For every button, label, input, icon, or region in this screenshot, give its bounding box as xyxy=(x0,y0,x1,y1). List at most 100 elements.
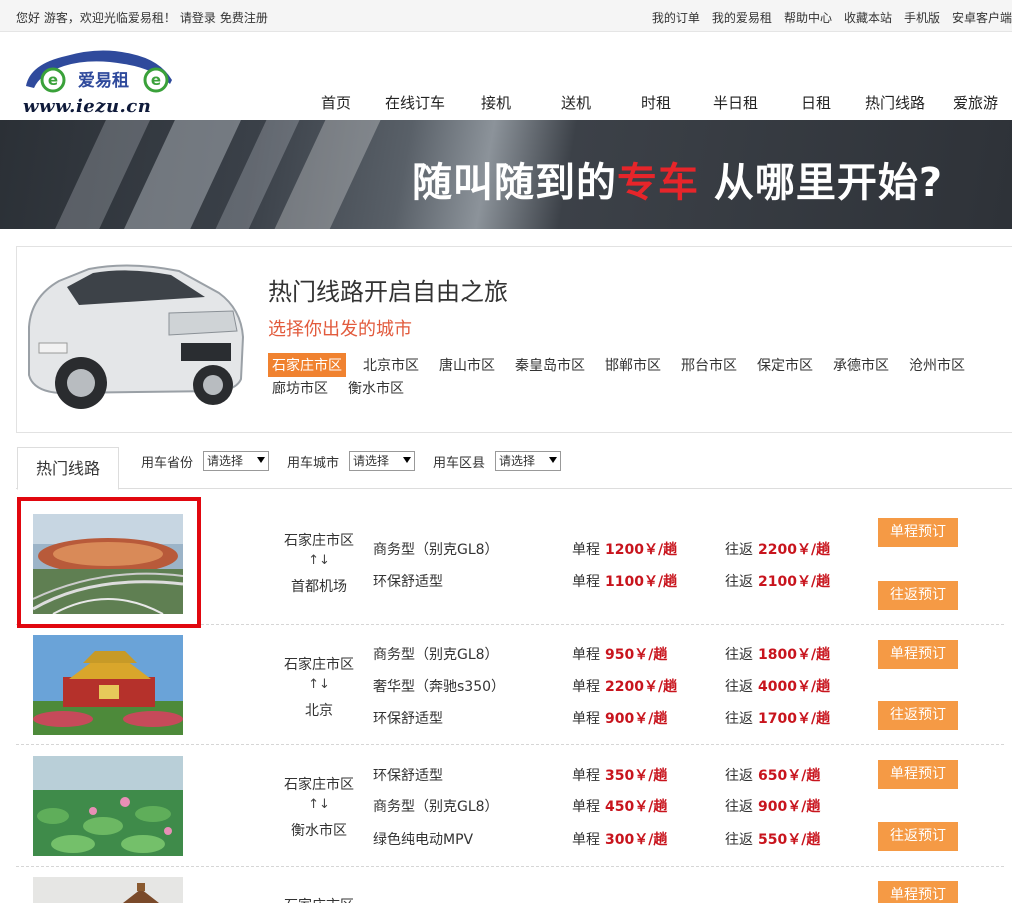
city-xingtai[interactable]: 邢台市区 xyxy=(677,353,741,377)
city-tangshan[interactable]: 唐山市区 xyxy=(435,353,499,377)
top-links: 我的订单 我的爱易租 帮助中心 收藏本站 手机版 安卓客户端 xyxy=(652,9,1012,26)
round-trip-price: 往返 900￥/趟 xyxy=(725,799,821,815)
login-link[interactable]: 请登录 xyxy=(180,11,216,25)
nav-popular-routes[interactable]: 热门线路 xyxy=(865,92,925,113)
one-way-price: 单程 1200￥/趟 xyxy=(572,542,678,558)
help-center-link[interactable]: 帮助中心 xyxy=(784,11,832,25)
route-endpoints: 石家庄市区 ↑↓ 北京 xyxy=(279,654,359,723)
android-client-link[interactable]: 安卓客户端 xyxy=(952,11,1012,25)
vehicle-type: 商务型（别克GL8） xyxy=(373,647,499,663)
route-thumbnail-airport[interactable] xyxy=(33,514,183,614)
swap-arrows-icon: ↑↓ xyxy=(308,677,330,692)
swap-arrows-icon: ↑↓ xyxy=(308,553,330,568)
route-row: 石家庄市区 ↑↓ 北京 商务型（别克GL8） 单程 950￥/趟 往返 1800￥/… xyxy=(16,625,1004,745)
nav-online-booking[interactable]: 在线订车 xyxy=(385,92,445,113)
city-handan[interactable]: 邯郸市区 xyxy=(601,353,665,377)
city-qinhuangdao[interactable]: 秦皇岛市区 xyxy=(511,353,589,377)
route-origin: 石家庄市区 xyxy=(279,895,359,903)
bookmark-link[interactable]: 收藏本站 xyxy=(844,11,892,25)
route-thumbnail-partial[interactable] xyxy=(33,877,183,903)
round-trip-book-button[interactable]: 往返预订 xyxy=(878,822,958,851)
mobile-link[interactable]: 手机版 xyxy=(904,11,940,25)
site-logo[interactable]: e e 爱易租 www.iezu.cn xyxy=(20,40,180,117)
city-langfang[interactable]: 廊坊市区 xyxy=(268,376,332,400)
one-way-book-button[interactable]: 单程预订 xyxy=(878,760,958,789)
round-trip-book-button[interactable]: 往返预订 xyxy=(878,581,958,610)
round-trip-price: 往返 650￥/趟 xyxy=(725,768,821,784)
city-label: 用车城市 xyxy=(287,456,340,471)
route-destination: 衡水市区 xyxy=(291,823,347,839)
route-origin: 石家庄市区 xyxy=(284,777,354,793)
one-way-book-button[interactable]: 单程预订 xyxy=(878,640,958,669)
panel-subtitle: 选择你出发的城市 xyxy=(268,319,412,340)
logo-url-text: www.iezu.cn xyxy=(23,96,152,117)
one-way-price: 单程 2200￥/趟 xyxy=(572,679,678,695)
dropdown-arrow-icon xyxy=(549,457,557,463)
city-chengde[interactable]: 承德市区 xyxy=(829,353,893,377)
vehicle-type: 商务型（别克GL8） xyxy=(373,542,499,558)
filter-bar: 热门线路 用车省份 请选择 用车城市 请选择 用车区县 请选择 xyxy=(16,447,1012,490)
city-beijing[interactable]: 北京市区 xyxy=(359,353,423,377)
route-destination: 首都机场 xyxy=(291,579,347,595)
round-trip-book-button[interactable]: 往返预订 xyxy=(878,701,958,730)
nav-travel[interactable]: 爱旅游 xyxy=(953,92,998,113)
promo-banner[interactable]: 随叫随到的专车 从哪里开始? xyxy=(0,120,1012,229)
one-way-book-button[interactable]: 单程预订 xyxy=(878,881,958,903)
route-row: 石家庄市区 ↑↓ 衡水市区 环保舒适型 单程 350￥/趟 往返 650￥/趟 商务… xyxy=(16,745,1004,867)
svg-text:e: e xyxy=(151,71,161,89)
tab-popular-routes[interactable]: 热门线路 xyxy=(17,447,119,490)
round-trip-price: 往返 2100￥/趟 xyxy=(725,574,831,590)
suv-image xyxy=(28,264,245,409)
city-shijiazhuang[interactable]: 石家庄市区 xyxy=(268,353,346,377)
nav-daily-rental[interactable]: 日租 xyxy=(801,92,831,113)
nav-half-day-rental[interactable]: 半日租 xyxy=(713,92,758,113)
vehicle-type: 环保舒适型 xyxy=(373,768,443,784)
nav-airport-dropoff[interactable]: 送机 xyxy=(561,92,591,113)
nav-home[interactable]: 首页 xyxy=(321,92,351,113)
county-select[interactable]: 请选择 xyxy=(495,451,561,471)
round-trip-price: 往返 550￥/趟 xyxy=(725,832,821,848)
route-origin: 石家庄市区 xyxy=(284,657,354,673)
city-select[interactable]: 请选择 xyxy=(349,451,415,471)
banner-highlight: 专车 xyxy=(617,160,699,206)
logo-brand-text: 爱易租 xyxy=(78,71,129,91)
route-origin: 石家庄市区 xyxy=(284,533,354,549)
nav-hourly-rental[interactable]: 时租 xyxy=(641,92,671,113)
route-row: 石家庄市区 单程预订 xyxy=(16,867,1004,903)
one-way-price: 单程 450￥/趟 xyxy=(572,799,668,815)
city-hengshui[interactable]: 衡水市区 xyxy=(344,376,408,400)
header: e e 爱易租 www.iezu.cn 首页 在线订车 接机 送机 时租 半日租… xyxy=(0,32,1012,120)
one-way-price: 单程 900￥/趟 xyxy=(572,711,668,727)
one-way-price: 单程 350￥/趟 xyxy=(572,768,668,784)
dropdown-arrow-icon xyxy=(403,457,411,463)
banner-headline: 随叫随到的专车 从哪里开始? xyxy=(412,160,944,206)
vehicle-type: 绿色纯电动MPV xyxy=(373,832,474,848)
vehicle-type: 商务型（别克GL8） xyxy=(373,799,499,815)
route-endpoints: 石家庄市区 ↑↓ 首都机场 xyxy=(279,530,359,599)
panel-title: 热门线路开启自由之旅 xyxy=(268,278,508,306)
route-endpoints: 石家庄市区 xyxy=(279,895,359,903)
province-label: 用车省份 xyxy=(141,456,194,471)
welcome-area: 您好 游客，欢迎光临爱易租！ 请登录 免费注册 xyxy=(16,9,272,26)
vehicle-type: 环保舒适型 xyxy=(373,711,443,727)
one-way-price: 单程 950￥/趟 xyxy=(572,647,668,663)
top-bar: 您好 游客，欢迎光临爱易租！ 请登录 免费注册 我的订单 我的爱易租 帮助中心 收藏本站手… xyxy=(0,0,1012,32)
province-select[interactable]: 请选择 xyxy=(203,451,269,471)
register-link[interactable]: 免费注册 xyxy=(220,11,268,25)
city-cangzhou[interactable]: 沧州市区 xyxy=(905,353,969,377)
route-thumbnail-hengshui[interactable] xyxy=(33,756,183,856)
one-way-book-button[interactable]: 单程预订 xyxy=(878,518,958,547)
vehicle-type: 环保舒适型 xyxy=(373,574,443,590)
route-thumbnail-beijing[interactable] xyxy=(33,635,183,735)
city-baoding[interactable]: 保定市区 xyxy=(753,353,817,377)
city-selector-panel: 热门线路开启自由之旅 选择你出发的城市 石家庄市区 北京市区 唐山市区 秦皇岛市… xyxy=(16,246,1012,433)
county-label: 用车区县 xyxy=(433,456,486,471)
round-trip-price: 往返 2200￥/趟 xyxy=(725,542,831,558)
round-trip-price: 往返 1700￥/趟 xyxy=(725,711,831,727)
welcome-text: 您好 游客，欢迎光临爱易租！ xyxy=(16,11,176,25)
my-account-link[interactable]: 我的爱易租 xyxy=(712,11,772,25)
route-destination: 北京 xyxy=(305,703,333,719)
my-orders-link[interactable]: 我的订单 xyxy=(652,11,700,25)
round-trip-price: 往返 4000￥/趟 xyxy=(725,679,831,695)
nav-airport-pickup[interactable]: 接机 xyxy=(481,92,511,113)
